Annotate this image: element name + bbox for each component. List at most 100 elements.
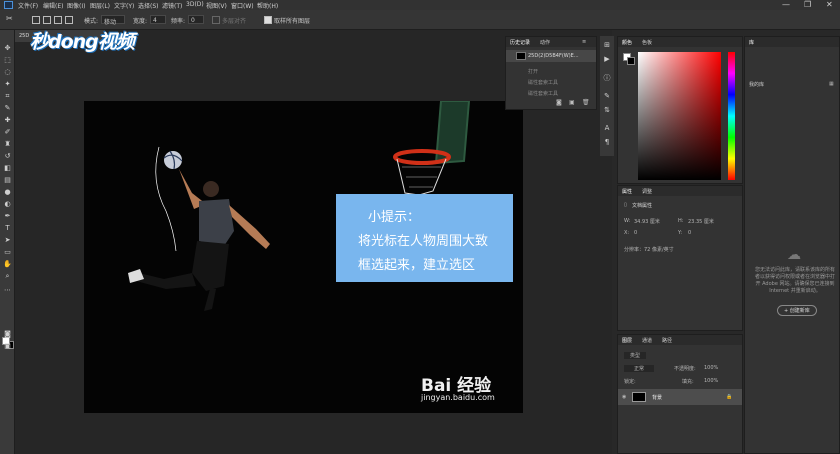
tip-line-1: 将光标在人物周围大致: [358, 234, 489, 249]
snapshot-thumbnail: [516, 52, 526, 60]
quick-mask-icon[interactable]: ◙: [3, 330, 12, 339]
gradient-tool-icon[interactable]: ▤: [3, 176, 12, 185]
tab-actions[interactable]: 动作: [540, 39, 550, 46]
crop-tool-icon[interactable]: ⌗: [3, 92, 12, 101]
new-snapshot-icon[interactable]: ▣: [569, 99, 575, 106]
opacity-value[interactable]: 100%: [704, 365, 718, 371]
menu-3d[interactable]: 3D(D): [186, 1, 204, 8]
move-tool-icon[interactable]: ✥: [3, 44, 12, 53]
healing-tool-icon[interactable]: ✚: [3, 116, 12, 125]
tab-history[interactable]: 历史记录: [510, 39, 530, 46]
path-select-icon[interactable]: ➤: [3, 236, 12, 245]
close-button[interactable]: ✕: [826, 0, 833, 9]
library-dropdown[interactable]: 我的库: [749, 81, 764, 88]
eyedropper-icon[interactable]: ✎: [3, 104, 12, 113]
pen-tool-icon[interactable]: ✒: [3, 212, 12, 221]
fill-value[interactable]: 100%: [704, 378, 718, 384]
shape-tool-icon[interactable]: ▭: [3, 248, 12, 257]
history-panel-header: 历史记录 动作 ≡: [506, 37, 596, 47]
menu-layer[interactable]: 图层(L): [90, 1, 110, 10]
character-panel-icon[interactable]: A: [603, 124, 611, 132]
menu-filter[interactable]: 滤镜(T): [162, 1, 182, 10]
trash-icon[interactable]: 🗑: [582, 99, 590, 106]
tab-swatches[interactable]: 色板: [642, 39, 652, 46]
more-tools-icon[interactable]: ⋯: [3, 286, 12, 295]
tab-libraries[interactable]: 库: [749, 39, 754, 46]
new-selection-icon[interactable]: [32, 16, 40, 24]
brush-panel-icon[interactable]: ✎: [603, 92, 611, 100]
history-snapshot[interactable]: 25D(2)D5B4F(W)E...: [506, 50, 596, 62]
type-tool-icon[interactable]: T: [3, 224, 12, 233]
width-input[interactable]: 4: [150, 15, 166, 24]
resolution-text: 分辨率：72 像素/英寸: [624, 247, 674, 253]
tab-channels[interactable]: 通道: [642, 337, 652, 344]
brush-tool-icon[interactable]: ✐: [3, 128, 12, 137]
hue-slider[interactable]: [728, 52, 735, 180]
layer-row[interactable]: ◉ 背景 🔒: [618, 389, 742, 405]
visibility-eye-icon[interactable]: ◉: [622, 394, 626, 400]
screen-mode-icon[interactable]: ▣: [3, 342, 12, 351]
info-panel-icon[interactable]: ⓘ: [603, 74, 611, 82]
h-value[interactable]: 23.35 厘米: [688, 218, 714, 225]
tab-paths[interactable]: 路径: [662, 337, 672, 344]
baidu-url: jingyan.baidu.com: [421, 393, 495, 402]
menu-file[interactable]: 文件(F): [18, 1, 38, 10]
tab-color[interactable]: 颜色: [622, 39, 632, 46]
layer-kind-filter[interactable]: 类型: [624, 352, 647, 359]
canvas[interactable]: 小提示： 将光标在人物周围大致 框选起来，建立选区 Bai 经验 jingyan…: [84, 101, 523, 413]
menu-select[interactable]: 选择(S): [138, 1, 159, 10]
tab-properties[interactable]: 属性: [622, 188, 632, 195]
history-brush-icon[interactable]: ↺: [3, 152, 12, 161]
dodge-tool-icon[interactable]: ◐: [3, 200, 12, 209]
libraries-panel-header: 库: [745, 37, 839, 47]
y-value[interactable]: 0: [688, 230, 691, 236]
mode-select[interactable]: 移动: [101, 15, 125, 26]
lasso-tool-icon[interactable]: ◌: [3, 68, 12, 77]
history-item[interactable]: 磁性套索工具: [506, 87, 596, 99]
restore-button[interactable]: ❐: [804, 0, 811, 9]
color-picker-field[interactable]: [638, 52, 721, 180]
stamp-tool-icon[interactable]: ♜: [3, 140, 12, 149]
sample-checkbox[interactable]: [264, 16, 272, 24]
x-value[interactable]: 0: [634, 230, 637, 236]
magic-wand-icon[interactable]: ✦: [3, 80, 12, 89]
frequency-input[interactable]: 0: [188, 15, 204, 24]
libraries-panel: 库 我的库 ▦ ☁ 您无法访问此库，请联系该库的所有者以获得访问权限或者在浏览器…: [744, 36, 840, 454]
tab-layers[interactable]: 图层: [622, 337, 632, 344]
blur-tool-icon[interactable]: ●: [3, 188, 12, 197]
tab-adjustments[interactable]: 调整: [642, 188, 652, 195]
patch-tool-icon[interactable]: ✂: [6, 14, 13, 23]
intersect-selection-icon[interactable]: [65, 16, 73, 24]
create-library-button[interactable]: + 创建新库: [777, 305, 817, 316]
w-value[interactable]: 34.93 厘米: [634, 218, 660, 225]
bg-color-swatch[interactable]: [627, 57, 635, 65]
menu-edit[interactable]: 编辑(E): [43, 1, 63, 10]
frequency-label: 频率:: [171, 18, 186, 25]
marquee-tool-icon[interactable]: ⬚: [3, 56, 12, 65]
subtract-selection-icon[interactable]: [54, 16, 62, 24]
menu-window[interactable]: 窗口(W): [231, 1, 254, 10]
minimize-button[interactable]: —: [782, 0, 790, 9]
hand-tool-icon[interactable]: ✋: [3, 260, 12, 269]
panel-menu-icon[interactable]: ≡: [582, 39, 586, 45]
blend-mode-select[interactable]: 正常: [624, 365, 655, 372]
y-label: Y:: [678, 230, 683, 236]
grid-view-icon[interactable]: ▦: [829, 81, 834, 87]
add-selection-icon[interactable]: [43, 16, 51, 24]
menu-view[interactable]: 视图(V): [206, 1, 227, 10]
menu-type[interactable]: 文字(Y): [114, 1, 134, 10]
fill-label: 填充:: [682, 379, 694, 385]
zoom-tool-icon[interactable]: ⌕: [3, 272, 12, 281]
menu-help[interactable]: 帮助(H): [257, 1, 278, 10]
adjust-panel-icon[interactable]: ⇅: [603, 106, 611, 114]
history-panel-icon[interactable]: ⊞: [603, 41, 611, 49]
tools-panel: ✥ ⬚ ◌ ✦ ⌗ ✎ ✚ ✐ ♜ ↺ ◧ ▤ ● ◐ ✒ T ➤ ▭ ✋ ⌕ …: [0, 30, 15, 454]
camera-icon[interactable]: ◙: [556, 99, 562, 106]
color-panel: 颜色 色板: [617, 36, 743, 184]
actions-panel-icon[interactable]: ▶: [603, 55, 611, 63]
paragraph-panel-icon[interactable]: ¶: [603, 138, 611, 146]
align-checkbox[interactable]: [212, 16, 220, 24]
eraser-tool-icon[interactable]: ◧: [3, 164, 12, 173]
layer-thumbnail: [632, 392, 646, 402]
menu-image[interactable]: 图像(I): [67, 1, 85, 10]
